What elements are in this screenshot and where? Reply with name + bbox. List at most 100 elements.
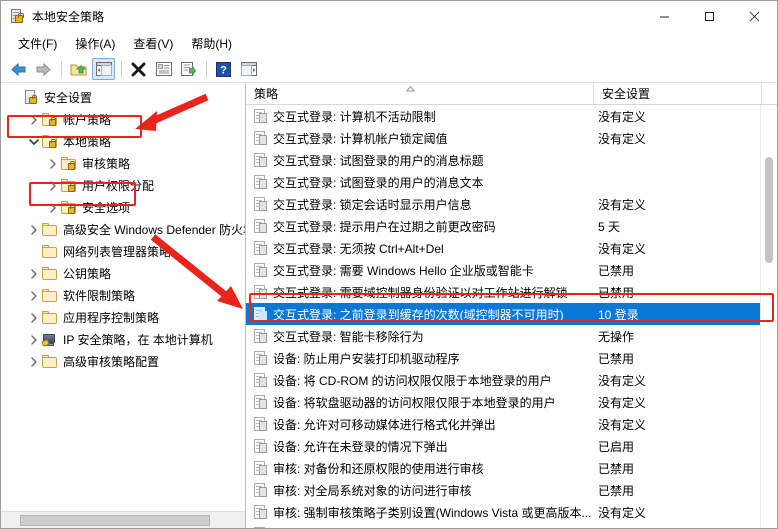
chevron-right-icon[interactable] [26,351,42,373]
column-extra[interactable] [762,83,777,104]
policy-name: 交互式登录: 计算机不活动限制 [273,109,436,124]
policy-setting-icon [253,218,268,234]
table-row[interactable]: 交互式登录: 锁定会话时显示用户信息 没有定义 [246,193,777,215]
folder-locked-icon [42,134,58,150]
export-list-icon[interactable] [177,58,200,80]
table-row[interactable]: 交互式登录: 智能卡移除行为 无操作 [246,325,777,347]
folder-locked-icon [61,156,77,172]
table-row[interactable]: 交互式登录: 试图登录的用户的消息标题 [246,149,777,171]
list-vertical-scrollbar[interactable] [760,105,777,528]
table-row[interactable]: 设备: 防止用户安装打印机驱动程序 已禁用 [246,347,777,369]
policy-cell: 交互式登录: 提示用户在过期之前更改密码 [246,218,594,235]
tree-item[interactable]: 安全选项 [1,197,245,219]
table-row[interactable]: 交互式登录: 之前登录到缓存的次数(域控制器不可用时) 10 登录 [246,303,777,325]
properties-icon[interactable] [152,58,175,80]
table-row[interactable]: 交互式登录: 计算机帐户锁定阈值 没有定义 [246,127,777,149]
policy-name: 审核: 对全局系统对象的访问进行审核 [273,483,472,498]
table-row[interactable]: 设备: 允许在未登录的情况下弹出 已启用 [246,435,777,457]
chevron-down-icon[interactable] [26,131,42,153]
column-policy[interactable]: 策略 [246,83,594,104]
security-setting-value: 已禁用 [598,483,635,498]
chevron-right-icon[interactable] [45,197,61,219]
chevron-right-icon[interactable] [45,175,61,197]
table-row[interactable]: 交互式登录: 试图登录的用户的消息文本 [246,171,777,193]
table-row[interactable]: 交互式登录: 提示用户在过期之前更改密码 5 天 [246,215,777,237]
security-setting-value: 5 天 [598,219,621,234]
console-tree-pane: 安全设置 帐户策略 本地策略 审核策略用户权限分配 安全选项高级安全 Windows D… [1,83,246,528]
console-tree[interactable]: 安全设置 帐户策略 本地策略 审核策略用户权限分配 安全选项高级安全 Windows D… [1,83,245,511]
table-row[interactable]: 交互式登录: 无须按 Ctrl+Alt+Del 没有定义 [246,237,777,259]
security-setting-value: 没有定义 [598,197,647,212]
chevron-right-icon[interactable] [26,219,42,241]
maximize-icon[interactable] [687,1,732,32]
tree-item-label: 安全选项 [82,201,131,215]
table-row[interactable]: 设备: 将 CD-ROM 的访问权限仅限于本地登录的用户 没有定义 [246,369,777,391]
policy-setting-icon [253,130,268,146]
security-setting-value: 没有定义 [598,417,647,432]
tree-item[interactable]: 审核策略 [1,153,245,175]
up-folder-icon[interactable] [67,58,90,80]
table-row[interactable]: 交互式登录: 需要域控制器身份验证以对工作站进行解锁 已禁用 [246,281,777,303]
chevron-right-icon[interactable] [26,307,42,329]
back-icon[interactable] [7,58,30,80]
tree-item[interactable]: 公钥策略 [1,263,245,285]
ipsec-icon [41,332,58,348]
tree-item[interactable]: 高级审核策略配置 [1,351,245,373]
table-row[interactable]: 审核: 对全局系统对象的访问进行审核 已禁用 [246,479,777,501]
folder-locked-icon [42,112,58,128]
column-security-setting-label: 安全设置 [602,87,651,101]
column-security-setting[interactable]: 安全设置 [594,83,762,104]
folder-icon [42,266,58,282]
policy-name: 交互式登录: 智能卡移除行为 [273,329,424,344]
tree-item-label: IP 安全策略，在 本地计算机 [63,333,213,347]
menu-help[interactable]: 帮助(H) [182,32,241,56]
policy-rows[interactable]: 交互式登录: 计算机不活动限制 没有定义 交互式登录: 计算机帐户锁定阈值 没有定义交… [246,105,777,528]
table-row[interactable]: 审核: 强制审核策略子类别设置(Windows Vista 或更高版本... 没有… [246,501,777,523]
tree-item[interactable]: 用户权限分配 [1,175,245,197]
tree-item[interactable]: 应用程序控制策略 [1,307,245,329]
forward-icon[interactable] [32,58,55,80]
policy-name: 交互式登录: 试图登录的用户的消息标题 [273,153,484,168]
tree-item[interactable]: 网络列表管理器策略 [1,241,245,263]
chevron-right-icon[interactable] [45,153,61,175]
tree-item[interactable]: 本地策略 [1,131,245,153]
list-vscroll-thumb[interactable] [765,157,773,263]
menu-view[interactable]: 查看(V) [124,32,182,56]
help-icon[interactable]: ? [212,58,235,80]
chevron-right-icon[interactable] [26,329,42,351]
chevron-right-icon[interactable] [26,109,42,131]
table-row[interactable]: 交互式登录: 需要 Windows Hello 企业版或智能卡 已禁用 [246,259,777,281]
tree-item[interactable]: 安全设置 [1,87,245,109]
show-hide-console-tree-icon[interactable] [92,58,115,80]
tree-item[interactable]: IP 安全策略，在 本地计算机 [1,329,245,351]
policy-name: 交互式登录: 试图登录的用户的消息文本 [273,175,484,190]
table-row[interactable]: 审核: 对备份和还原权限的使用进行审核 已禁用 [246,457,777,479]
tree-item-label: 用户权限分配 [82,179,155,193]
folder-icon [42,288,58,304]
tree-hscroll-thumb[interactable] [20,514,210,526]
tree-horizontal-scrollbar[interactable] [1,511,245,528]
policy-setting-icon [253,438,268,454]
minimize-icon[interactable] [642,1,687,32]
policy-cell: 设备: 防止用户安装打印机驱动程序 [246,350,594,367]
policy-cell: 审核: 对全局系统对象的访问进行审核 [246,482,594,499]
delete-icon[interactable] [127,58,150,80]
tree-item[interactable]: 软件限制策略 [1,285,245,307]
tree-item[interactable]: 高级安全 Windows Defender 防火墙 [1,219,245,241]
table-row[interactable]: 审核: 如果无法记录安全审核则立即关闭系统 已禁用 [246,523,777,528]
policy-setting-icon [253,174,268,190]
table-row[interactable]: 设备: 将软盘驱动器的访问权限仅限于本地登录的用户 没有定义 [246,391,777,413]
menu-file[interactable]: 文件(F) [9,32,66,56]
policy-name: 交互式登录: 锁定会话时显示用户信息 [273,197,472,212]
menu-action[interactable]: 操作(A) [66,32,124,56]
table-row[interactable]: 交互式登录: 计算机不活动限制 没有定义 [246,105,777,127]
chevron-right-icon[interactable] [26,263,42,285]
table-row[interactable]: 设备: 允许对可移动媒体进行格式化并弹出 没有定义 [246,413,777,435]
policy-cell: 交互式登录: 之前登录到缓存的次数(域控制器不可用时) [246,306,594,323]
tree-item[interactable]: 帐户策略 [1,109,245,131]
chevron-right-icon[interactable] [26,285,42,307]
show-action-pane-icon[interactable] [237,58,260,80]
close-icon[interactable] [732,1,777,32]
title-bar: 本地安全策略 [1,1,777,32]
policy-cell: 设备: 允许在未登录的情况下弹出 [246,438,594,455]
